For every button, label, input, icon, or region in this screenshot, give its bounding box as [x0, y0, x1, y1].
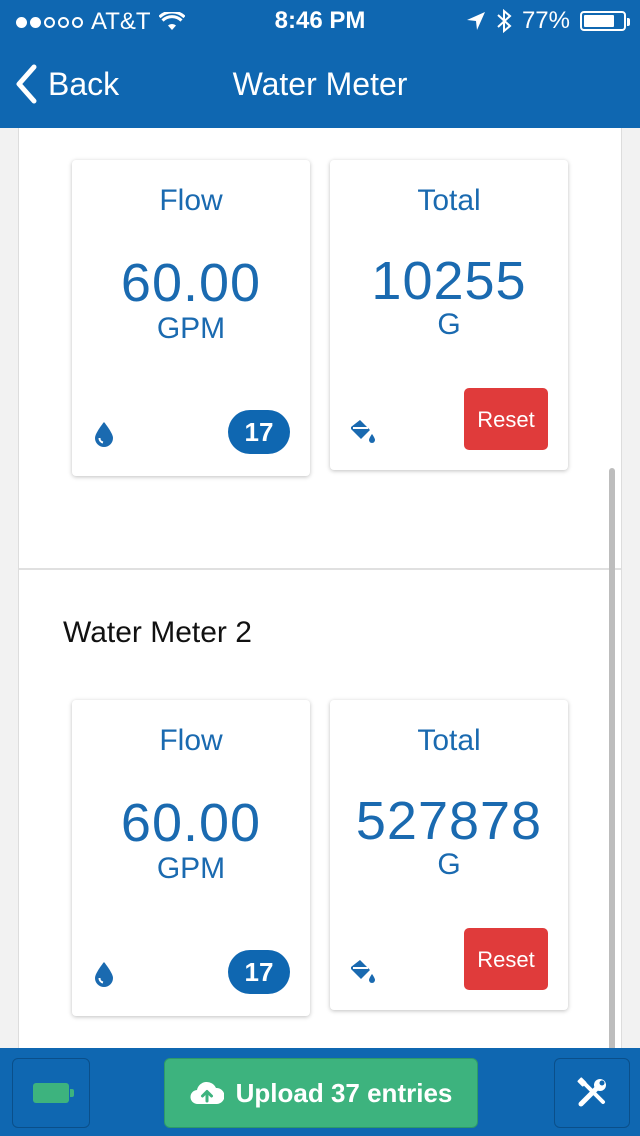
- status-bar: AT&T 8:46 PM 77%: [0, 0, 640, 40]
- flow-count-badge: 17: [228, 950, 290, 994]
- flow-unit: GPM: [156, 312, 226, 345]
- scrollbar[interactable]: [609, 468, 615, 1048]
- meter-2-title: Water Meter 2: [63, 616, 252, 649]
- flow-card-2: Flow 60.00 GPM 17: [72, 700, 310, 1016]
- flow-value: 60.00: [120, 793, 262, 853]
- flow-unit: GPM: [156, 852, 226, 885]
- status-right: 77%: [466, 7, 630, 35]
- upload-button[interactable]: Upload 37 entries: [164, 1058, 478, 1128]
- header: AT&T 8:46 PM 77% Back Water Meter: [0, 0, 640, 128]
- section-divider: [19, 568, 621, 570]
- total-label: Total: [417, 184, 481, 217]
- upload-label: Upload 37 entries: [235, 1077, 453, 1108]
- page-title: Water Meter: [232, 66, 408, 102]
- water-drop-icon: [95, 422, 113, 447]
- paint-bucket-icon: [351, 960, 375, 983]
- tools-icon: [577, 1077, 606, 1107]
- total-value: 527878: [355, 791, 543, 851]
- meters-list[interactable]: Flow 60.00 GPM 17 Total 10255 G Reset Wa…: [18, 128, 622, 1048]
- total-unit: G: [437, 308, 461, 341]
- reset-button[interactable]: Reset: [464, 388, 548, 450]
- water-drop-icon: [95, 962, 113, 987]
- flow-card: Flow 60.00 GPM 17: [72, 160, 310, 476]
- total-label: Total: [417, 724, 481, 757]
- flow-label: Flow: [159, 724, 223, 757]
- total-value: 10255: [371, 251, 527, 311]
- flow-label: Flow: [159, 184, 223, 217]
- bottom-toolbar: Upload 37 entries: [0, 1048, 640, 1136]
- total-card: Total 10255 G Reset: [330, 160, 568, 470]
- total-card-2: Total 527878 G Reset: [330, 700, 568, 1010]
- battery-percent: 77%: [521, 7, 570, 34]
- flow-count-badge: 17: [228, 410, 290, 454]
- battery-icon: [33, 1083, 74, 1103]
- location-arrow-icon: [466, 12, 485, 30]
- total-unit: G: [437, 848, 461, 881]
- battery-icon: [580, 11, 630, 31]
- nav-bar: Back Water Meter: [0, 40, 640, 128]
- battery-status-button[interactable]: [12, 1058, 90, 1128]
- tools-button[interactable]: [554, 1058, 630, 1128]
- flow-value: 60.00: [120, 253, 262, 313]
- paint-bucket-icon: [351, 420, 375, 443]
- cloud-upload-icon: [190, 1081, 224, 1105]
- reset-button-2[interactable]: Reset: [464, 928, 548, 990]
- bluetooth-icon: [497, 9, 512, 33]
